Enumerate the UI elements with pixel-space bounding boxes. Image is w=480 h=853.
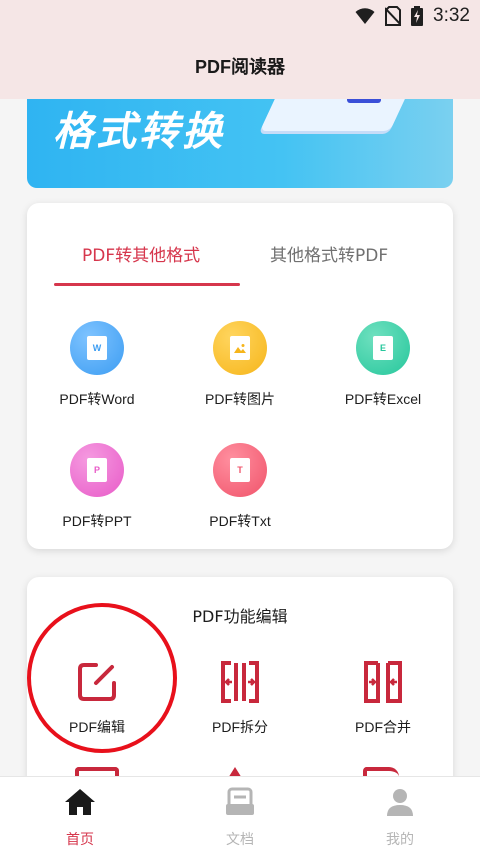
item-label: PDF转Word (59, 391, 135, 407)
txt-icon: T (213, 443, 267, 497)
active-tab-indicator (54, 283, 240, 286)
app-bar: PDF阅读器 (0, 33, 480, 99)
status-icons: 3:32 (355, 5, 470, 27)
pdf-to-ppt-button[interactable]: P PDF转PPT (27, 443, 167, 531)
nav-label: 文档 (226, 832, 254, 848)
banner-text: 格式转换 (53, 109, 225, 155)
image-icon (213, 321, 267, 375)
item-label: PDF转PPT (62, 513, 132, 529)
pdf-split-button[interactable]: PDF拆分 (170, 659, 310, 737)
battery-charging-icon (411, 6, 424, 26)
excel-icon: E (356, 321, 410, 375)
ppt-doc-glyph: P (87, 458, 107, 482)
nav-profile[interactable]: 我的 (350, 787, 450, 849)
page-title: PDF阅读器 (195, 57, 285, 77)
item-label: PDF合并 (355, 719, 411, 735)
pdf-to-txt-button[interactable]: T PDF转Txt (170, 443, 310, 531)
tab-other-to-pdf[interactable]: 其他格式转PDF (270, 241, 388, 266)
split-icon (221, 661, 259, 703)
tab-pdf-to-other[interactable]: PDF转其他格式 (82, 241, 200, 266)
conversion-card: PDF转其他格式 其他格式转PDF W PDF转Word PDF转图片 E PD… (27, 203, 453, 549)
banner-illustration-block (347, 99, 381, 103)
status-bar: 3:32 (0, 0, 480, 33)
pdf-to-word-button[interactable]: W PDF转Word (27, 321, 167, 409)
document-icon (226, 787, 254, 815)
banner-illustration (259, 99, 417, 131)
next-row-tool-icon[interactable] (225, 767, 245, 776)
nav-documents[interactable]: 文档 (190, 787, 290, 849)
pdf-to-image-button[interactable]: PDF转图片 (170, 321, 310, 409)
no-sim-icon (385, 6, 402, 26)
item-label: PDF拆分 (212, 719, 268, 735)
nav-label: 首页 (66, 832, 94, 848)
home-icon (65, 789, 95, 815)
item-label: PDF转Excel (344, 391, 422, 407)
status-time: 3:32 (433, 5, 470, 26)
wifi-icon (355, 8, 375, 24)
item-label: PDF转图片 (205, 391, 275, 407)
next-row-tool-icon[interactable] (363, 767, 399, 776)
word-icon: W (70, 321, 124, 375)
item-label: PDF转Txt (209, 513, 271, 529)
pdf-merge-button[interactable]: PDF合并 (313, 659, 453, 737)
profile-icon (387, 789, 413, 816)
bottom-nav: 首页 文档 我的 (0, 776, 480, 853)
nav-label: 我的 (386, 832, 414, 848)
txt-doc-glyph: T (230, 458, 250, 482)
image-doc-glyph (230, 336, 250, 360)
highlight-circle (27, 603, 177, 753)
next-row-tool-icon[interactable] (75, 767, 119, 776)
merge-icon (364, 661, 402, 703)
ppt-icon: P (70, 443, 124, 497)
format-conversion-banner[interactable]: 格式转换 (27, 99, 453, 188)
word-doc-glyph: W (87, 336, 107, 360)
excel-doc-glyph: E (373, 336, 393, 360)
nav-home[interactable]: 首页 (30, 787, 130, 849)
pdf-to-excel-button[interactable]: E PDF转Excel (313, 321, 453, 409)
